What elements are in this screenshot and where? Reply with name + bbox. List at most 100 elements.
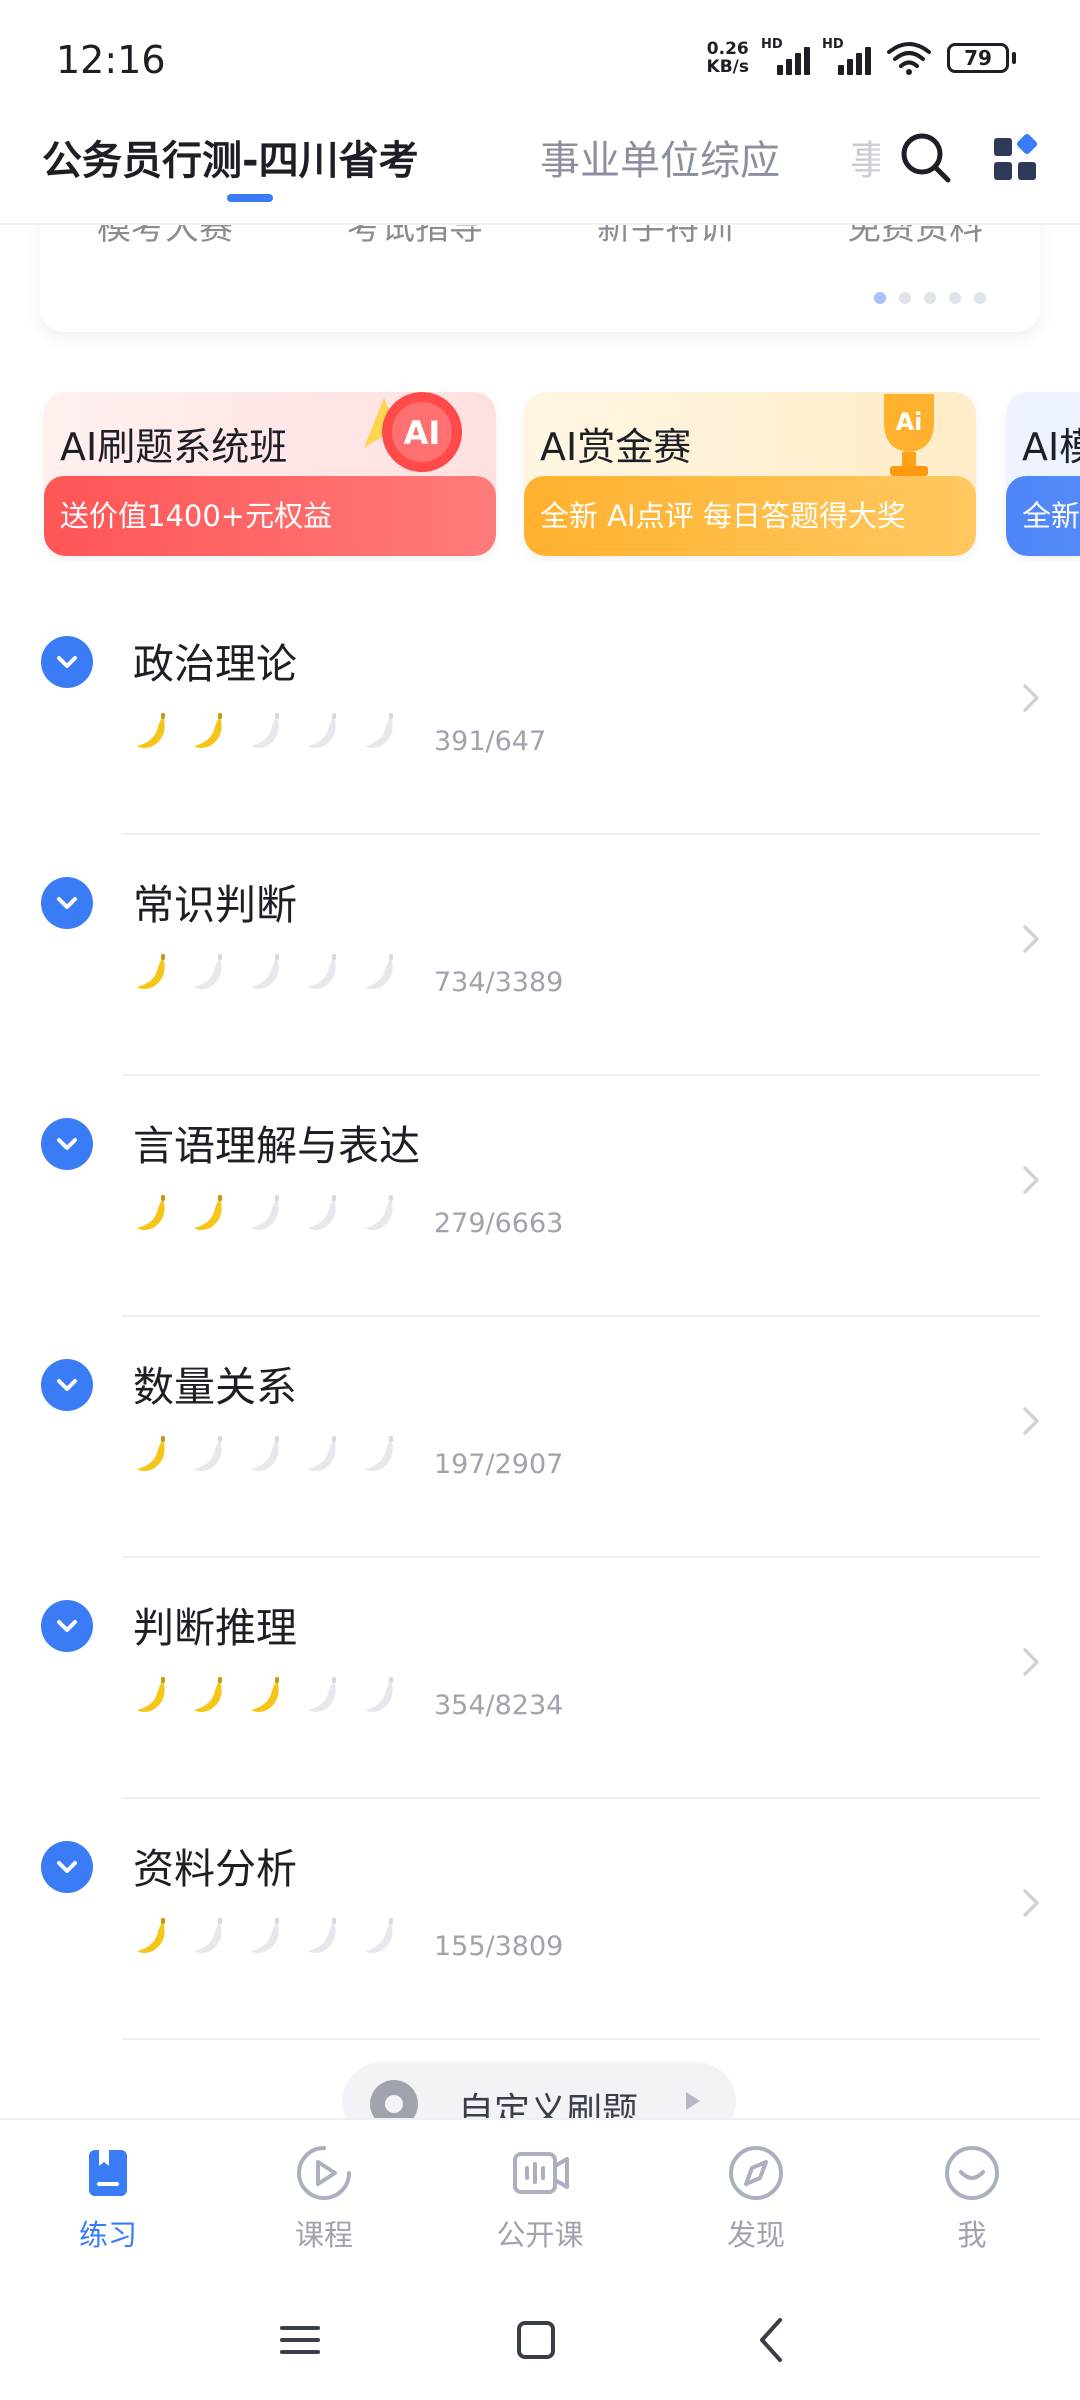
nav-item-compass[interactable]: 发现 xyxy=(676,2142,836,2254)
banana-filled-icon xyxy=(251,1677,279,1712)
expand-toggle-button[interactable] xyxy=(41,1600,93,1652)
nav-label: 我 xyxy=(957,2218,987,2252)
banana-empty-icon xyxy=(251,713,279,748)
svg-text:AI: AI xyxy=(404,414,441,452)
chevron-right-icon[interactable] xyxy=(1017,919,1045,959)
expand-toggle-button[interactable] xyxy=(41,1118,93,1170)
status-bar: 12:16 0.26 KB/s HD HD 79 xyxy=(0,0,1080,110)
promo-ai-mock[interactable]: AI模 全新 xyxy=(1006,392,1080,556)
chevron-right-icon[interactable] xyxy=(1017,1883,1045,1923)
banana-empty-icon xyxy=(365,1195,393,1230)
expand-toggle-button[interactable] xyxy=(41,877,93,929)
pagination-dot xyxy=(924,292,936,304)
chevron-right-icon[interactable] xyxy=(1017,1642,1045,1682)
mastery-rating xyxy=(133,1676,401,1716)
banana-empty-icon xyxy=(308,1918,336,1953)
expand-toggle-button[interactable] xyxy=(41,636,93,688)
svg-text:Ai: Ai xyxy=(896,408,923,436)
play-arrow-icon xyxy=(686,2092,700,2110)
banner-pagination xyxy=(874,292,986,304)
profile-icon xyxy=(945,2146,999,2200)
banana-empty-icon xyxy=(251,1195,279,1230)
subject-row[interactable]: 判断推理 354/8234 xyxy=(0,1558,1080,1799)
pagination-dot xyxy=(874,292,886,304)
active-tab-indicator xyxy=(227,194,273,202)
nav-label: 练习 xyxy=(78,2218,137,2252)
subject-title: 言语理解与表达 xyxy=(133,1122,420,1170)
expand-toggle-button[interactable] xyxy=(41,1359,93,1411)
chevron-down-icon xyxy=(57,1861,77,1873)
banana-empty-icon xyxy=(308,1436,336,1471)
promo-title: AI模 xyxy=(1022,425,1080,469)
banana-empty-icon xyxy=(365,1677,393,1712)
banana-empty-icon xyxy=(251,1436,279,1471)
promo-ai-bounty[interactable]: AI赏金赛 Ai 全新 AI点评 每日答题得大奖 xyxy=(524,392,976,556)
chevron-down-icon xyxy=(57,1620,77,1632)
banana-filled-icon xyxy=(137,1677,165,1712)
nav-item-course-play[interactable]: 课程 xyxy=(244,2142,404,2254)
expand-toggle-button[interactable] xyxy=(41,1841,93,1893)
nav-label: 课程 xyxy=(294,2218,353,2252)
banana-empty-icon xyxy=(365,1436,393,1471)
chevron-right-icon[interactable] xyxy=(1017,1160,1045,1200)
promo-subtitle: 全新 xyxy=(1006,476,1080,556)
network-speed: 0.26 KB/s xyxy=(707,40,749,76)
subject-row[interactable]: 数量关系 197/2907 xyxy=(0,1317,1080,1558)
banana-empty-icon xyxy=(251,1918,279,1953)
mastery-rating xyxy=(133,1917,401,1957)
back-icon[interactable] xyxy=(742,2310,802,2370)
mastery-rating xyxy=(133,953,401,993)
subject-row[interactable]: 资料分析 155/3809 xyxy=(0,1799,1080,2040)
subject-row[interactable]: 言语理解与表达 279/6663 xyxy=(0,1076,1080,1317)
chevron-right-icon[interactable] xyxy=(1017,1401,1045,1441)
subject-progress: 279/6663 xyxy=(434,1208,564,1239)
banana-empty-icon xyxy=(308,1677,336,1712)
ai-badge-icon: AI xyxy=(364,392,462,472)
chevron-down-icon xyxy=(57,1138,77,1150)
promo-ai-system-class[interactable]: AI刷题系统班 AI 送价值1400+元权益 xyxy=(44,392,496,556)
system-nav-bar xyxy=(0,2278,1080,2400)
battery-icon: 79 xyxy=(947,43,1016,73)
mastery-rating xyxy=(133,1194,401,1234)
course-play-icon xyxy=(297,2146,351,2200)
tab-civil-service[interactable]: 公务员行测-四川省考 xyxy=(42,128,419,186)
banana-filled-icon xyxy=(194,713,222,748)
banana-filled-icon xyxy=(137,713,165,748)
subject-row[interactable]: 常识判断 734/3389 xyxy=(0,835,1080,1076)
nav-item-profile[interactable]: 我 xyxy=(892,2142,1052,2254)
promo-cards: AI刷题系统班 AI 送价值1400+元权益 AI赏金赛 Ai 全新 AI点评 … xyxy=(0,392,1080,562)
wifi-icon xyxy=(887,42,931,75)
subject-title: 常识判断 xyxy=(133,881,297,929)
divider xyxy=(122,2038,1040,2040)
banana-empty-icon xyxy=(308,713,336,748)
nav-item-practice-book[interactable]: 练习 xyxy=(28,2142,188,2254)
subject-title: 判断推理 xyxy=(133,1604,297,1652)
chevron-right-icon[interactable] xyxy=(1017,678,1045,718)
banana-filled-icon xyxy=(194,1677,222,1712)
subject-progress: 391/647 xyxy=(434,726,547,757)
banana-empty-icon xyxy=(308,1195,336,1230)
mastery-rating xyxy=(133,1435,401,1475)
search-icon[interactable] xyxy=(896,128,956,188)
signal-icon: HD xyxy=(761,37,810,75)
category-grid-icon[interactable] xyxy=(992,132,1044,184)
nav-label: 发现 xyxy=(726,2218,785,2252)
signal-hd-label: HD xyxy=(822,37,844,52)
chevron-down-icon xyxy=(57,656,77,668)
banana-empty-icon xyxy=(194,954,222,989)
promo-subtitle: 全新 AI点评 每日答题得大奖 xyxy=(524,476,976,556)
trophy-icon: Ai xyxy=(884,394,934,476)
bottom-nav: 练习 课程 公开课 发现 我 xyxy=(0,2118,1080,2278)
banana-empty-icon xyxy=(194,1918,222,1953)
menu-icon[interactable] xyxy=(270,2310,330,2370)
tab-public-institution[interactable]: 事业单位综应 xyxy=(540,128,780,186)
subject-row[interactable]: 政治理论 391/647 xyxy=(0,594,1080,835)
nav-item-live-class[interactable]: 公开课 xyxy=(460,2142,620,2254)
banana-filled-icon xyxy=(137,1918,165,1953)
home-icon[interactable] xyxy=(506,2310,566,2370)
promo-title: AI刷题系统班 xyxy=(60,425,288,469)
banana-filled-icon xyxy=(137,1195,165,1230)
banana-filled-icon xyxy=(137,1436,165,1471)
subject-title: 资料分析 xyxy=(133,1845,297,1893)
subject-list: 政治理论 391/647 常识判断 734/3389 言语理解与表达 279/6663 数量… xyxy=(0,594,1080,2040)
